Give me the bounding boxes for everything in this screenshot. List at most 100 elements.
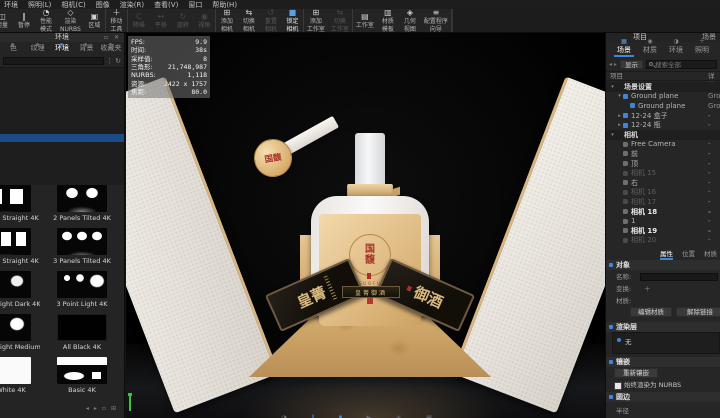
plaque-right-seal (407, 285, 413, 291)
render-layer-none-item[interactable]: 无 (617, 336, 632, 346)
tree-expand-arrow[interactable]: ▸ (616, 113, 623, 119)
toolbar-button[interactable]: ≡ 配置程序 向导 (421, 9, 452, 32)
viewport-toolbar-icon[interactable]: ▣ (426, 414, 433, 418)
toolbar-button[interactable]: ⊞ 添加 工作室 (304, 9, 328, 32)
tree-expand-arrow[interactable]: ▾ (609, 132, 616, 138)
refresh-icon[interactable]: ↻ (115, 58, 121, 65)
toolbar-button[interactable]: ▤ 工作室 (353, 9, 377, 32)
environment-tab[interactable]: 环境 (50, 43, 74, 55)
footer-icon[interactable]: ⊞ (111, 405, 116, 412)
environment-list[interactable] (0, 67, 124, 185)
scene-tree-row[interactable]: 相机 15 - (606, 168, 720, 178)
environment-thumbnail[interactable]: Basic 4K (48, 357, 116, 394)
scene-tree-row[interactable]: Ground plane Ground (606, 101, 720, 111)
environment-thumbnail[interactable]: 3 Panels Tilted 4K (48, 228, 116, 265)
environment-tab[interactable]: 纹理 (25, 43, 49, 55)
properties-tab[interactable]: 位置 (682, 248, 695, 258)
toolbar-button[interactable]: ◔ 性能 模式 (35, 9, 57, 32)
tree-expand-arrow[interactable]: ▸ (616, 122, 623, 128)
toolbar-button[interactable]: ◇ 渲染 NURBS (57, 9, 84, 32)
environment-tab[interactable]: 色 (1, 43, 25, 55)
toolbar-button[interactable]: ■ 锁定 相机 (282, 9, 304, 32)
toolbar-button[interactable]: ◉ 视角 (194, 9, 216, 32)
scene-tree-row[interactable]: ▸ 12-24 瓶 - (606, 120, 720, 130)
scene-tree-row[interactable]: Free Camera - (606, 140, 720, 150)
tree-expand-arrow[interactable]: ▾ (616, 93, 623, 99)
toolbar-button[interactable]: C 降噪 (128, 9, 150, 32)
unlink-material-button[interactable]: 解除链接 (676, 307, 720, 317)
footer-icon[interactable]: ▸ (94, 405, 97, 412)
retessellate-button[interactable]: 重新镶嵌 (614, 368, 658, 378)
viewport-toolbar-icon[interactable]: ◔ (281, 414, 287, 418)
toolbar-button-label: 性能 模式 (40, 18, 52, 32)
environment-thumbnail[interactable]: All White 4K (0, 357, 40, 394)
show-filter-button[interactable]: 显示 (620, 60, 643, 69)
tree-expand-arrow[interactable]: ▾ (609, 84, 616, 90)
environment-thumbnail[interactable]: 3 Panels Straight 4K (0, 228, 40, 265)
project-tab[interactable]: ◑ 环境 (664, 42, 688, 57)
properties-tab[interactable]: 材质 (704, 248, 717, 258)
toolbar-button[interactable]: ⊞ 添加 相机 (216, 9, 238, 32)
project-tab[interactable]: ◉ 材质 (638, 42, 662, 57)
stats-row: 时间: 38s (131, 46, 207, 54)
toolbar-button[interactable]: ∥ 暂停 (13, 9, 35, 32)
viewport-toolbar-icon[interactable]: ✳ (396, 414, 402, 418)
toolbar-button[interactable]: ▥ 材质 模板 (377, 9, 399, 32)
scene-tree-row[interactable]: 顶 - (606, 159, 720, 169)
project-tab[interactable]: ＋ 照明 (690, 42, 714, 57)
footer-icon[interactable]: ▫ (102, 405, 106, 412)
toolbar-button[interactable]: ＋ 移动 工具 (106, 9, 128, 32)
toolbar-button[interactable]: ↺ 重置 相机 (260, 9, 282, 32)
environment-thumbnail[interactable]: All Black 4K (48, 314, 116, 351)
scene-tree-row[interactable]: ▸ 12-24 盒子 - (606, 111, 720, 121)
bottle-label-text: 国馥 (364, 244, 376, 266)
tree-item-label: 相机 18 (631, 207, 657, 217)
environment-search-input[interactable] (3, 57, 104, 65)
toolbar-button[interactable]: ▣ 区域 (84, 9, 106, 32)
toolbar-button[interactable]: ↔ 平移 (150, 9, 172, 32)
scene-tree-row[interactable]: 相机 19 - (606, 226, 720, 236)
environment-thumbnail[interactable]: 3 Point Light 4K (48, 271, 116, 308)
toolbar-button[interactable]: ⇆ 切换 工作室 (328, 9, 353, 32)
scene-tree-row[interactable]: 相机 16 - (606, 188, 720, 198)
panel-dock-close-icons[interactable]: ▫ ✕ (104, 33, 121, 42)
scene-tree-row[interactable]: ▾ Ground plane Ground (606, 92, 720, 102)
viewport-toolbar-icon[interactable]: ∥ (311, 414, 315, 418)
toolbar-button[interactable]: ↻ 旋转 (172, 9, 194, 32)
scene-tree-row[interactable]: 相机 18 - (606, 207, 720, 217)
render-layer-list[interactable]: 无 (612, 332, 720, 354)
scene-tree-row[interactable]: 相机 17 - (606, 197, 720, 207)
viewport-toolbar-icon[interactable]: ▮ (339, 414, 343, 418)
scene-tree-row[interactable]: ▾ 相机 (606, 130, 720, 140)
project-tab[interactable]: ▦ 场景 (612, 42, 636, 57)
scene-tree-row[interactable]: ▾ 场景设置 (606, 82, 720, 92)
history-arrows[interactable]: ◂ ▸ (609, 61, 617, 68)
scene-tree-row[interactable]: 相机 20 - (606, 236, 720, 246)
column-item[interactable]: 项目 (610, 72, 623, 81)
toolbar-button-label: 平移 (155, 22, 167, 29)
properties-tab[interactable]: 属性 (660, 248, 673, 258)
transform-icon[interactable]: ＋ (644, 284, 651, 294)
scene-tree-row[interactable]: 右 - (606, 178, 720, 188)
environment-tab[interactable]: 收藏夹 (99, 43, 123, 55)
environment-thumbnail[interactable]: 2 Panels Straight 4K (0, 185, 40, 222)
render-as-nurbs-checkbox[interactable]: 始终渲染为 NURBS (614, 381, 681, 389)
footer-icon[interactable]: ◂ (86, 405, 89, 412)
viewport-toolbar-icon[interactable]: ▶ (366, 414, 371, 418)
environment-thumbnail[interactable]: 3 Point Light Medium 4K (0, 314, 40, 351)
object-name-input[interactable] (640, 273, 718, 281)
toolbar-button[interactable]: ◈ 几何 视图 (399, 9, 421, 32)
environment-list-selected-row[interactable] (0, 134, 124, 142)
realtime-viewport[interactable]: 国馥 国馥 GUOFU 御盒香 皇菁 御酒 皇菁御酒 (126, 33, 605, 418)
toolbar-button[interactable]: ⇆ 切换 相机 (238, 9, 260, 32)
environment-tab[interactable]: 背景 (74, 43, 98, 55)
environment-thumbnail[interactable]: 2 Panels Tilted 4K (48, 185, 116, 222)
filter-icon[interactable]: ⋮ (106, 58, 113, 65)
toolbar-button[interactable]: ◫ 用量 (0, 9, 13, 32)
toolbar-button-label: 视角 (198, 22, 210, 29)
environment-thumbnail[interactable]: 3 Point Light Dark 4K (0, 271, 40, 308)
scene-search-input[interactable]: 搜索全部 (646, 60, 717, 69)
scene-tree-row[interactable]: 1 - (606, 216, 720, 226)
edit-material-button[interactable]: 编辑材质 (630, 307, 672, 317)
scene-tree-row[interactable]: 前 - (606, 149, 720, 159)
